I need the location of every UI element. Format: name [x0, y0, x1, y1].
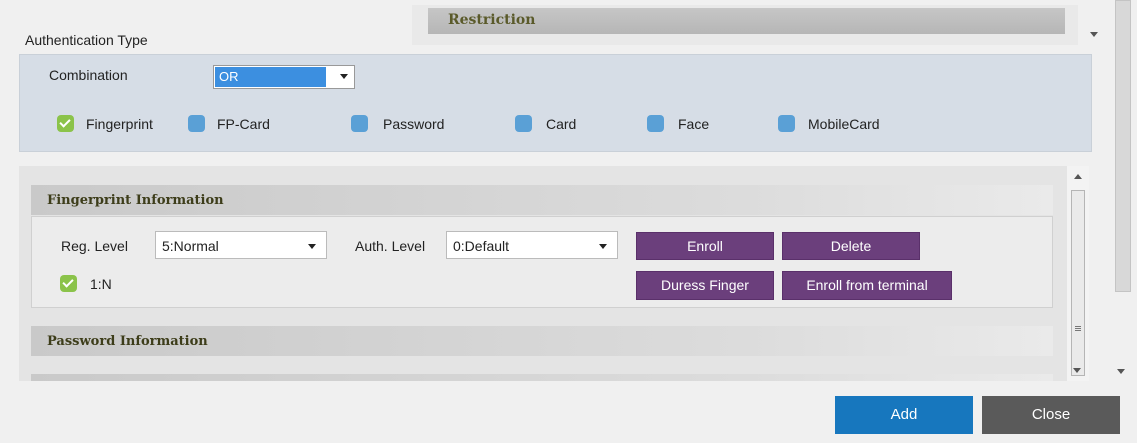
next-section-header[interactable] — [31, 374, 1053, 381]
one-to-n-label: 1:N — [90, 276, 112, 292]
inner-scroll-thumb[interactable] — [1071, 190, 1085, 376]
auth-level-label: Auth. Level — [355, 238, 426, 254]
auth-level-select[interactable]: 0:Default — [446, 231, 618, 259]
reg-level-select[interactable]: 5:Normal — [155, 231, 327, 259]
reg-level-label: Reg. Level — [61, 238, 128, 254]
mobilecard-option-label: MobileCard — [808, 116, 880, 132]
enroll-from-terminal-button[interactable]: Enroll from terminal — [782, 271, 952, 300]
card-option-label: Card — [546, 116, 577, 132]
main-vertical-scrollbar[interactable] — [1107, 0, 1137, 443]
add-button[interactable]: Add — [835, 396, 973, 434]
face-checkbox[interactable] — [647, 115, 664, 132]
restriction-tab-label: Restriction — [448, 12, 536, 28]
fingerprint-checkbox[interactable] — [57, 115, 74, 132]
authentication-type-title: Authentication Type — [25, 32, 148, 48]
combination-select[interactable]: OR — [213, 65, 355, 89]
inner-vertical-scrollbar[interactable] — [1067, 166, 1089, 381]
password-information-header[interactable]: Password Information — [31, 326, 1053, 356]
chevron-down-icon — [308, 244, 316, 249]
password-checkbox[interactable] — [351, 115, 368, 132]
password-option-label: Password — [383, 116, 445, 132]
duress-finger-button[interactable]: Duress Finger — [636, 271, 774, 300]
combination-selected-value: OR — [215, 67, 326, 87]
authentication-type-panel — [19, 54, 1092, 152]
enroll-button[interactable]: Enroll — [636, 232, 774, 260]
inner-scroll-down-icon[interactable] — [1073, 368, 1081, 373]
fingerprint-information-title: Fingerprint Information — [47, 193, 224, 208]
face-option-label: Face — [678, 116, 710, 132]
reg-level-value: 5:Normal — [162, 238, 219, 254]
credentials-scroll-panel: Fingerprint Information Reg. Level 5:Nor… — [19, 166, 1067, 381]
fp-card-checkbox[interactable] — [188, 115, 205, 132]
one-to-n-checkbox[interactable] — [60, 275, 77, 292]
card-checkbox[interactable] — [515, 115, 532, 132]
scroll-up-icon[interactable] — [1074, 174, 1082, 179]
chevron-down-icon — [340, 74, 348, 79]
delete-button[interactable]: Delete — [782, 232, 920, 260]
combination-label: Combination — [49, 67, 128, 83]
mobilecard-checkbox[interactable] — [778, 115, 795, 132]
main-scroll-thumb[interactable] — [1115, 0, 1131, 292]
auth-level-value: 0:Default — [453, 238, 510, 254]
fingerprint-option-label: Fingerprint — [86, 116, 153, 132]
password-information-title: Password Information — [47, 334, 208, 349]
tab-scroll-down-icon[interactable] — [1090, 32, 1098, 37]
chevron-down-icon — [599, 244, 607, 249]
fingerprint-information-header[interactable]: Fingerprint Information — [31, 185, 1053, 215]
fp-card-option-label: FP-Card — [217, 116, 270, 132]
close-button[interactable]: Close — [982, 396, 1120, 434]
main-scroll-down-icon[interactable] — [1117, 369, 1125, 374]
